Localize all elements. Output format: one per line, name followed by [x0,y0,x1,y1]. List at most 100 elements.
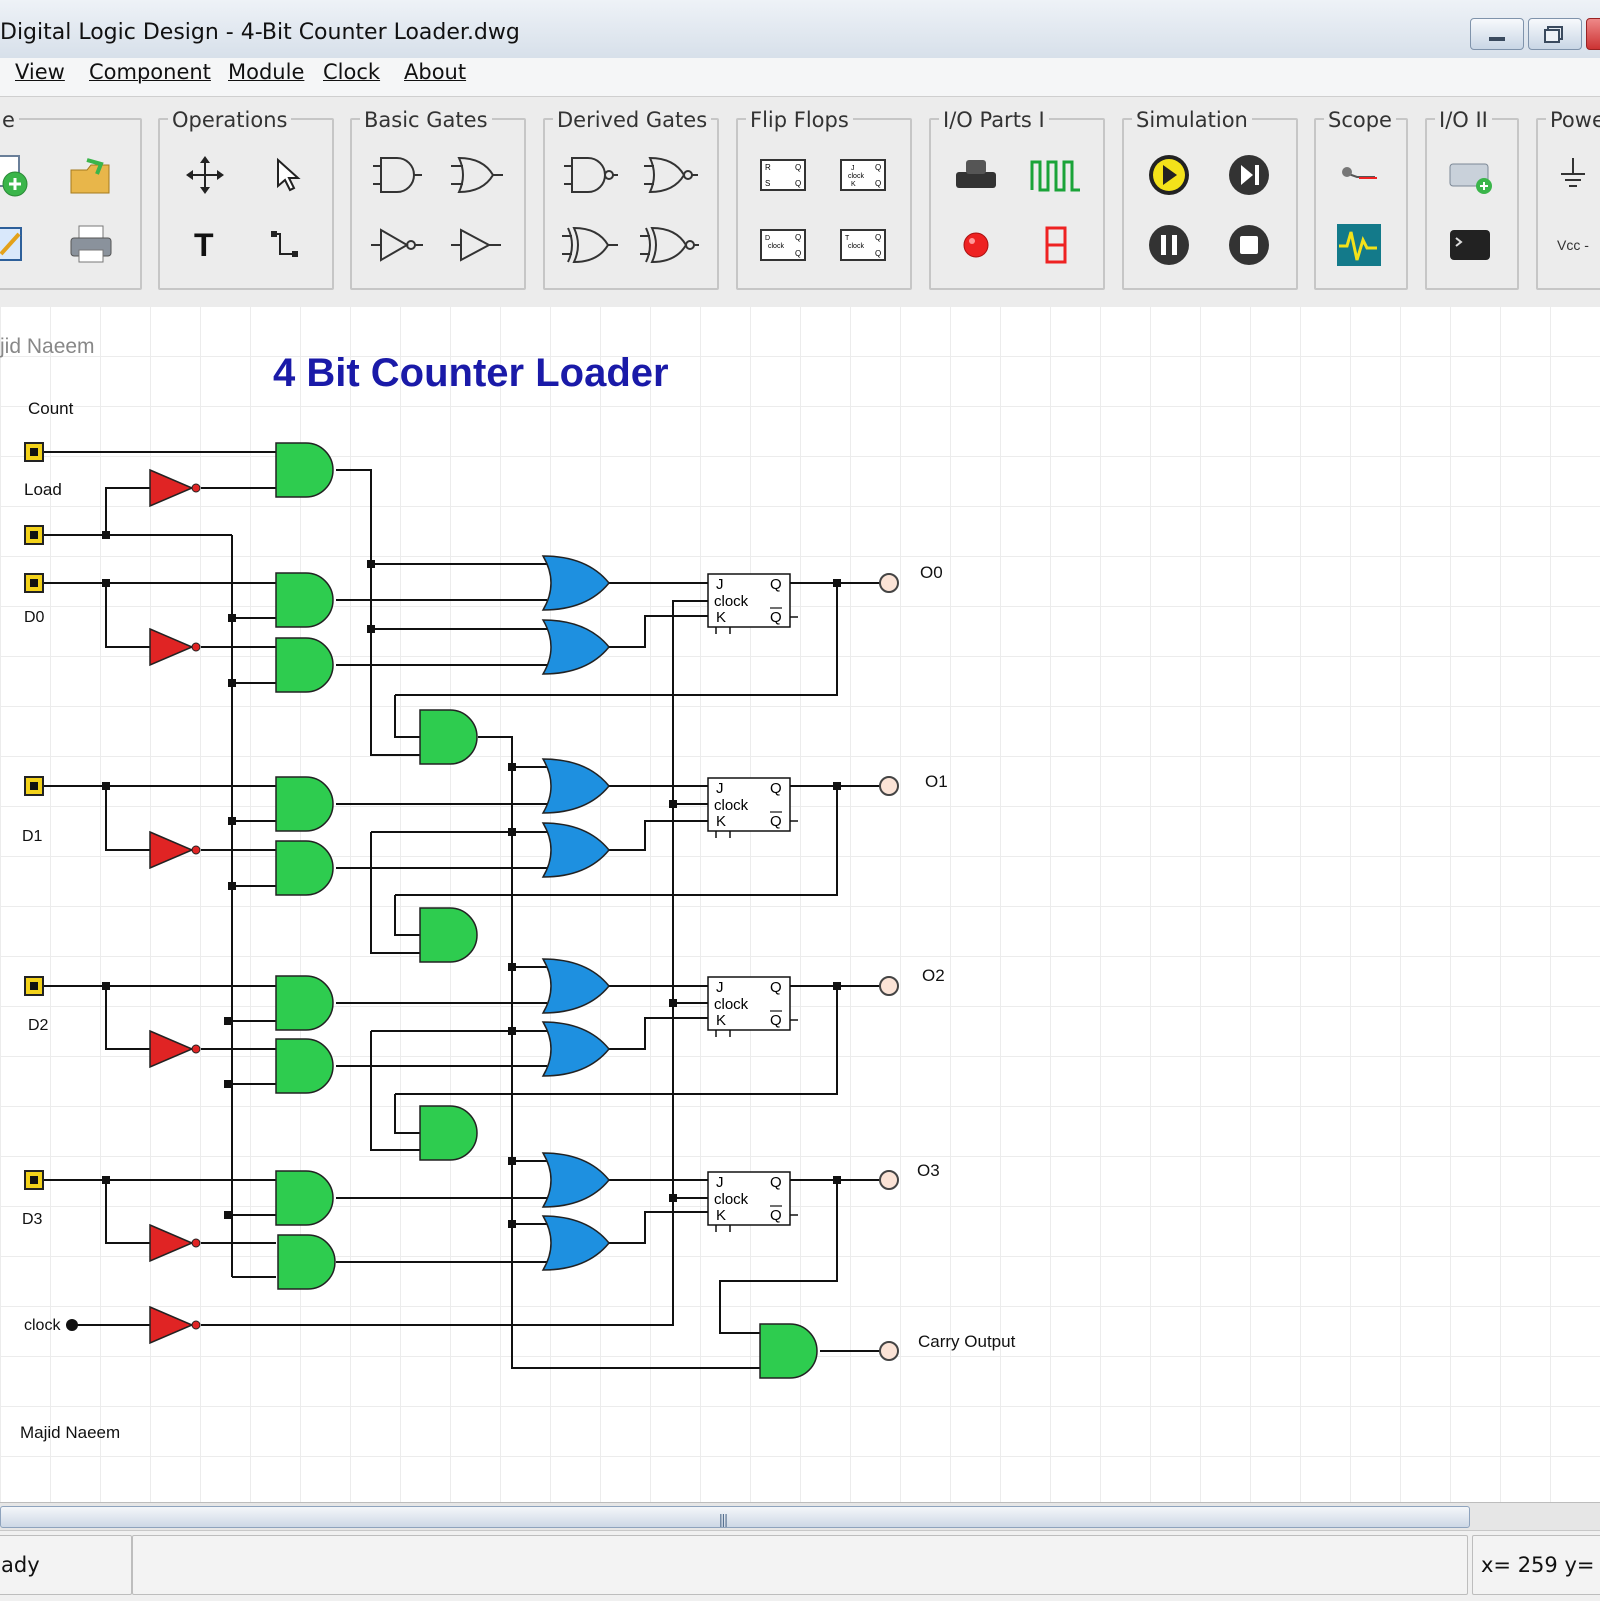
o2-output-pin[interactable] [879,976,899,996]
scrollbar-thumb[interactable]: ||| [0,1506,1470,1528]
not-gate-clock[interactable] [149,1306,201,1344]
svg-text:J: J [851,165,855,172]
and-gate-load-nd3[interactable] [277,1234,336,1290]
wire-tool-button[interactable] [250,215,320,275]
and-gate-load-nd0[interactable] [275,637,334,693]
and-gate-chain-1[interactable] [419,709,478,765]
push-button-tool[interactable] [941,145,1011,205]
and-gate-chain-2[interactable] [419,907,478,963]
xor-gate-button[interactable] [555,215,625,275]
and-gate-load-d1[interactable] [275,776,334,832]
carry-output-pin[interactable] [879,1341,899,1361]
horizontal-scrollbar[interactable]: ||| [0,1502,1600,1531]
print-button[interactable] [56,215,126,275]
ground-tool[interactable] [1538,145,1600,205]
and-gate-load-d3[interactable] [275,1170,334,1226]
save-file-button[interactable] [0,215,48,275]
keyboard-icon [1449,163,1492,194]
not-gate-d2[interactable] [149,1030,201,1068]
sr-flipflop-button[interactable]: RS QQ [748,145,818,205]
xnor-gate-button[interactable] [635,215,705,275]
d-flipflop-button[interactable]: Dclock Q Q [748,215,818,275]
svg-text:J: J [716,780,724,797]
not-gate-button[interactable] [362,215,432,275]
keyboard-tool[interactable] [1435,145,1505,205]
jk-flipflop-button[interactable]: Jclock K Q Q [828,145,898,205]
or-gate-j1[interactable] [542,758,610,814]
text-tool-button[interactable]: T [170,215,240,275]
o0-output-pin[interactable] [879,573,899,593]
stop-simulation-button[interactable] [1214,215,1284,275]
svg-text:K: K [716,1012,726,1029]
seven-segment-tool[interactable] [1021,215,1091,275]
close-button[interactable] [1586,18,1600,50]
vcc-tool[interactable]: Vcc - [1538,215,1600,275]
clock-source-tool[interactable] [1021,145,1091,205]
not-gate-d1[interactable] [149,831,201,869]
stop-icon [1229,225,1269,265]
or-gate-k0[interactable] [542,619,610,675]
new-file-button[interactable] [0,145,48,205]
and-gate-load-d2[interactable] [275,975,334,1031]
jk-flipflop-0[interactable]: J clock K Q Q [707,573,798,634]
step-simulation-button[interactable] [1214,145,1284,205]
jk-flipflop-1[interactable]: J clock K Q Q [707,777,798,838]
or-gate-k1[interactable] [542,822,610,878]
d0-input-pin[interactable] [24,573,44,593]
toolbar-group-derived-gates: Derived Gates [543,108,719,290]
svg-text:J: J [716,1174,724,1191]
load-input-pin[interactable] [24,525,44,545]
pause-simulation-button[interactable] [1134,215,1204,275]
not-gate-load[interactable] [149,469,201,507]
count-input-pin[interactable] [24,442,44,462]
d2-input-pin[interactable] [24,976,44,996]
menu-about[interactable]: About [404,60,466,84]
and-gate-button[interactable] [362,145,432,205]
d1-input-pin[interactable] [24,776,44,796]
led-tool[interactable] [941,215,1011,275]
and-gate-chain-3[interactable] [419,1105,478,1161]
jk-flipflop-2[interactable]: J clock K Q Q [707,976,798,1037]
nand-gate-button[interactable] [555,145,625,205]
not-gate-icon [371,228,423,262]
maximize-button[interactable] [1528,18,1582,50]
not-gate-d3[interactable] [149,1224,201,1262]
or-gate-k3[interactable] [542,1215,610,1271]
and-gate-count-enable[interactable] [275,442,334,498]
and-gate-load-d0[interactable] [275,572,334,628]
nor-gate-button[interactable] [635,145,705,205]
select-tool-button[interactable] [250,145,320,205]
menu-module[interactable]: Module [228,60,304,84]
menu-component[interactable]: Component [89,60,211,84]
menu-clock[interactable]: Clock [323,60,380,84]
toolbar-group-simulation: Simulation [1122,108,1298,290]
buffer-gate-button[interactable] [442,215,512,275]
and-gate-load-nd1[interactable] [275,840,334,896]
probe-tool[interactable] [1324,145,1394,205]
toolbar-group-file: e [0,108,142,290]
or-gate-button[interactable] [442,145,512,205]
clock-input-pin[interactable] [66,1319,78,1331]
t-flipflop-button[interactable]: Tclock Q Q [828,215,898,275]
open-file-button[interactable] [56,145,126,205]
or-gate-j0[interactable] [542,555,610,611]
or-gate-j2[interactable] [542,958,610,1014]
not-gate-d0[interactable] [149,628,201,666]
terminal-tool[interactable] [1435,215,1505,275]
menu-view[interactable]: View [15,60,65,84]
drawing-canvas[interactable]: jid Naeem 4 Bit Counter Loader Count Loa… [0,306,1600,1502]
move-tool-button[interactable] [170,145,240,205]
and-gate-carry[interactable] [759,1323,818,1379]
or-gate-k2[interactable] [542,1021,610,1077]
or-gate-j3[interactable] [542,1152,610,1208]
svg-text:Q: Q [795,233,801,242]
minimize-button[interactable] [1470,18,1524,50]
oscilloscope-tool[interactable] [1324,215,1394,275]
jk-flipflop-3[interactable]: J clock K Q Q [707,1171,798,1232]
d3-input-pin[interactable] [24,1170,44,1190]
text-icon: T [194,227,214,263]
o1-output-pin[interactable] [879,776,899,796]
and-gate-load-nd2[interactable] [275,1038,334,1094]
o3-output-pin[interactable] [879,1170,899,1190]
run-simulation-button[interactable] [1134,145,1204,205]
